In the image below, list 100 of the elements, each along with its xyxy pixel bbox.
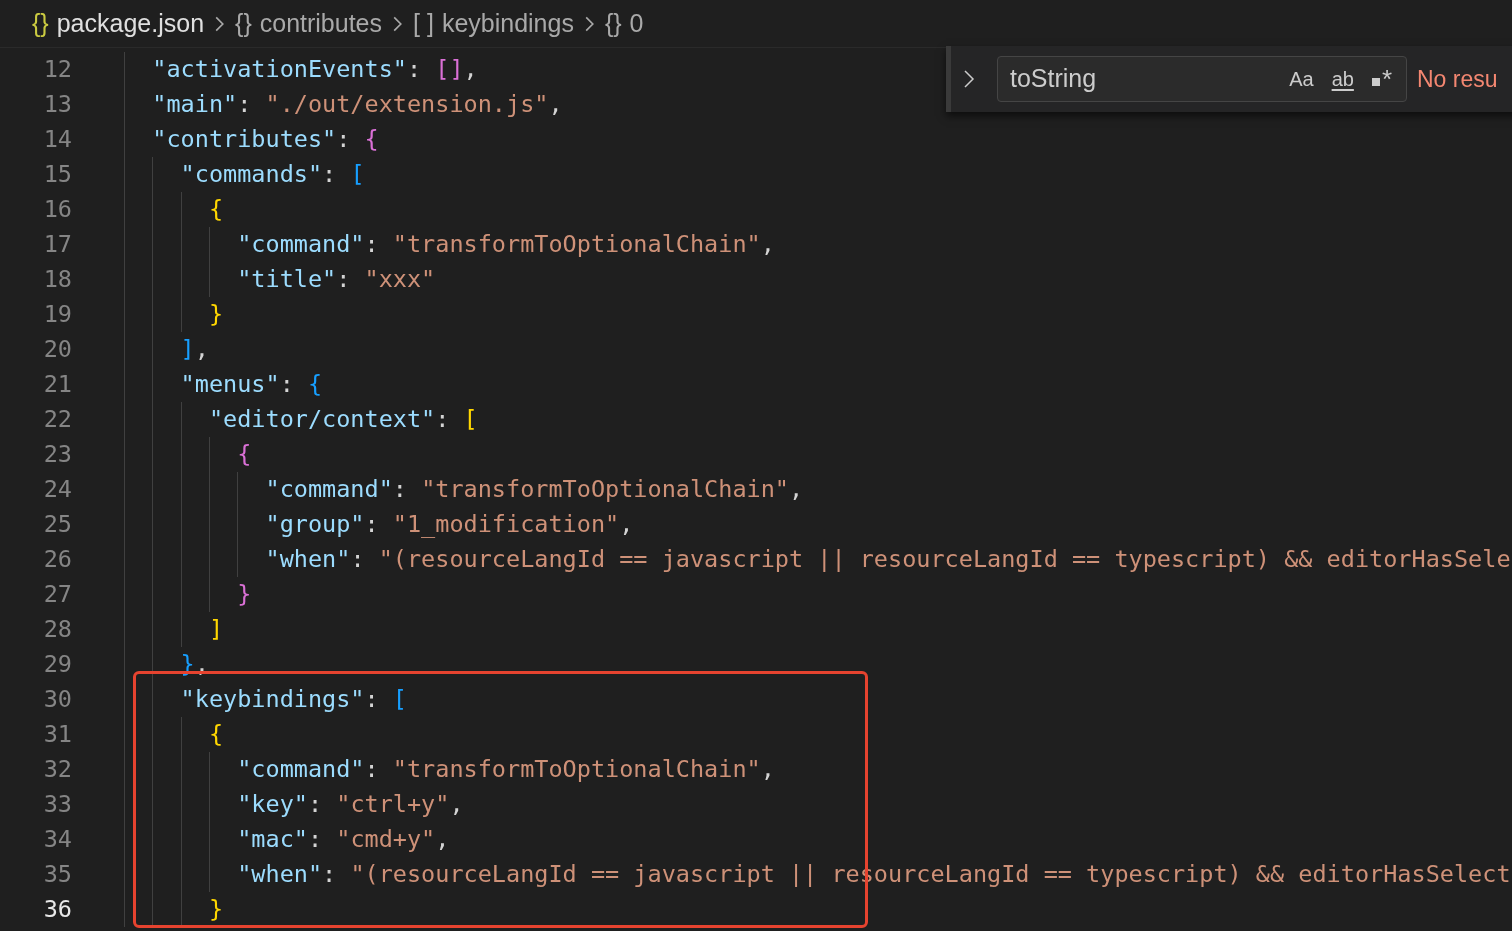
code-punctuation: , — [760, 753, 775, 785]
code-string: "transformToOptionalChain" — [392, 753, 761, 785]
line-number: 22 — [42, 403, 72, 435]
code-bracket: ] — [208, 613, 224, 645]
code-key: "command" — [265, 471, 393, 508]
breadcrumb-item[interactable]: {} contributes — [235, 4, 383, 43]
code-string: "./out/extension.js" — [265, 88, 549, 120]
code-key: "mac" — [237, 821, 308, 858]
braces-icon: {} — [604, 4, 622, 43]
chevron-right-icon — [583, 14, 595, 33]
code-string: "cmd+y" — [336, 823, 436, 855]
code-punctuation: : — [435, 403, 451, 435]
code-punctuation: : — [364, 228, 380, 260]
find-input-field[interactable]: toString Aa ab * — [997, 56, 1407, 102]
breadcrumb-item[interactable]: {} 0 — [604, 4, 644, 43]
line-number: 27 — [42, 578, 72, 610]
code-key: "command" — [237, 751, 365, 788]
line-number: 29 — [42, 648, 72, 680]
code-string: "1_modification" — [392, 508, 620, 540]
code-bracket: [] — [435, 53, 464, 85]
line-number: 34 — [42, 823, 72, 855]
code-key: "when" — [265, 541, 351, 578]
code-string: "transformToOptionalChain" — [421, 473, 789, 505]
code-string: "xxx" — [364, 263, 436, 295]
line-number: 21 — [42, 368, 72, 400]
code-punctuation: , — [449, 788, 464, 820]
code-key: "command" — [237, 226, 365, 263]
code-bracket: { — [208, 718, 224, 750]
line-number: 15 — [42, 158, 72, 190]
code-string: "transformToOptionalChain" — [392, 228, 761, 260]
line-number: 14 — [42, 123, 72, 155]
breadcrumb-label: contributes — [259, 7, 383, 39]
brackets-icon: [ ] — [413, 4, 434, 43]
chevron-right-icon — [392, 14, 404, 33]
breadcrumb-item[interactable]: [ ] keybindings — [413, 4, 574, 43]
line-number: 23 — [42, 438, 72, 470]
line-number: 36 — [42, 893, 72, 925]
line-number: 16 — [42, 193, 72, 225]
code-bracket: { — [208, 193, 224, 225]
code-punctuation: : — [336, 123, 352, 155]
code-punctuation: , — [760, 228, 775, 260]
code-punctuation: : — [406, 53, 423, 85]
code-bracket: [ — [463, 403, 478, 435]
code-punctuation: , — [463, 53, 478, 85]
code-punctuation: , — [194, 333, 209, 365]
code-punctuation: : — [307, 788, 324, 820]
code-key: "keybindings" — [180, 681, 365, 718]
code-punctuation: : — [322, 158, 338, 190]
breadcrumb-item[interactable]: {} package.json — [32, 4, 205, 43]
code-bracket: { — [364, 123, 379, 155]
code-key: "menus" — [180, 366, 280, 403]
line-number: 17 — [42, 228, 72, 260]
code-bracket: } — [208, 893, 224, 925]
code-bracket: } — [208, 298, 224, 330]
breadcrumb-label: package.json — [56, 7, 205, 39]
code-punctuation: : — [364, 683, 380, 715]
regex-toggle[interactable]: * — [1367, 67, 1396, 91]
code-punctuation: : — [350, 543, 366, 575]
code-punctuation: : — [279, 368, 295, 400]
code-punctuation: : — [237, 88, 253, 120]
line-number: 19 — [42, 298, 72, 330]
chevron-right-icon — [214, 14, 226, 33]
whole-word-toggle[interactable]: ab — [1327, 63, 1358, 95]
code-key: "contributes" — [152, 121, 337, 158]
breadcrumb-label: 0 — [629, 7, 644, 39]
line-number: 33 — [42, 788, 72, 820]
code-bracket: [ — [350, 158, 365, 190]
code-punctuation: : — [307, 823, 324, 855]
line-number: 18 — [42, 263, 72, 295]
line-number: 32 — [42, 753, 72, 785]
code-punctuation: , — [435, 823, 450, 855]
braces-icon: {} — [32, 4, 49, 43]
match-case-toggle[interactable]: Aa — [1285, 63, 1318, 95]
code-bracket: ] — [180, 333, 195, 365]
line-number: 31 — [42, 718, 72, 750]
code-punctuation: : — [392, 473, 408, 505]
code-bracket: [ — [392, 683, 407, 715]
code-punctuation: : — [336, 263, 352, 295]
line-number: 25 — [42, 508, 72, 540]
code-key: "title" — [237, 261, 337, 298]
code-key: "key" — [237, 786, 308, 823]
code-bracket: } — [237, 578, 252, 610]
line-number: 30 — [42, 683, 72, 715]
code-punctuation: : — [322, 858, 338, 890]
code-key: "commands" — [180, 156, 323, 193]
code-punctuation: : — [364, 753, 380, 785]
line-number: 24 — [42, 473, 72, 505]
code-punctuation: : — [364, 508, 380, 540]
braces-icon: {} — [235, 4, 252, 43]
code-bracket: { — [307, 368, 323, 400]
code-string: "ctrl+y" — [336, 788, 450, 820]
code-key: "when" — [237, 856, 323, 893]
code-punctuation: , — [619, 508, 634, 540]
code-key: "activationEvents" — [152, 51, 407, 88]
breadcrumb-label: keybindings — [441, 7, 574, 39]
line-number: 35 — [42, 858, 72, 890]
chevron-right-icon[interactable] — [963, 69, 975, 89]
line-number: 13 — [42, 88, 72, 120]
line-number: 12 — [42, 53, 72, 85]
line-number: 26 — [42, 543, 72, 575]
